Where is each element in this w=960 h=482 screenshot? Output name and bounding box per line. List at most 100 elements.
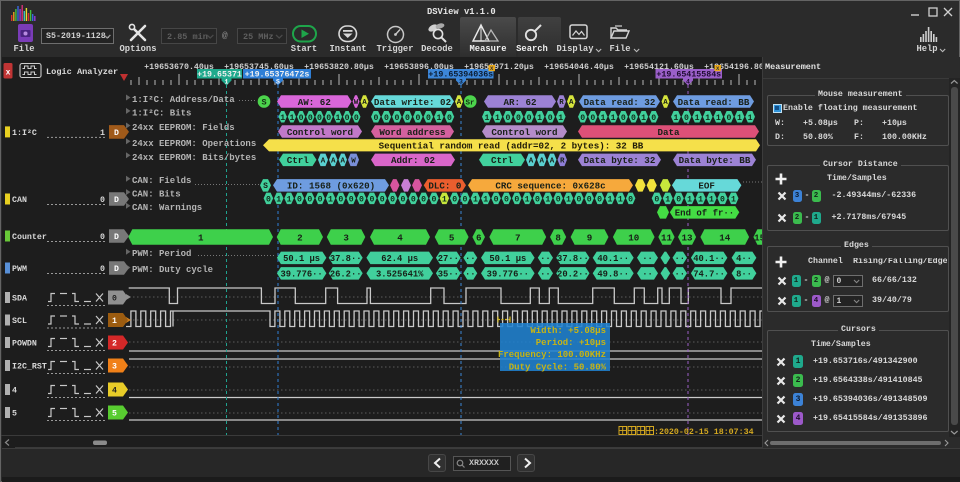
svg-text:··: ·· [540,254,551,264]
svg-text:4: 4 [686,78,690,85]
svg-text:1: 1 [687,195,692,204]
svg-text:1: 1 [495,114,500,123]
svg-text:6: 6 [476,232,482,243]
svg-text:0: 0 [432,195,437,204]
svg-text:0: 0 [631,114,636,123]
svg-text:0: 0 [597,195,602,204]
svg-text:0: 0 [684,114,689,123]
svg-text:0: 0 [516,114,521,123]
svg-text:0: 0 [447,114,452,123]
svg-text:W: W [354,99,359,107]
svg-text:1: 1 [698,195,703,204]
svg-text:3: 3 [459,78,463,85]
svg-text:1: 1 [328,195,333,204]
svg-text:A: A [341,158,346,166]
svg-text:0: 0 [415,114,420,123]
svg-text:D: D [114,233,119,242]
svg-text:40.1··: 40.1·· [693,254,725,264]
svg-text:50.1 μs: 50.1 μs [283,254,320,264]
svg-text:1: 1 [558,114,563,123]
svg-text:SCL: SCL [12,317,27,326]
svg-text:0: 0 [369,195,374,204]
svg-text:0: 0 [548,114,553,123]
svg-text:0: 0 [359,195,364,204]
svg-text:10: 10 [628,232,639,243]
svg-text:1: 1 [280,114,285,123]
svg-text:39.776··: 39.776·· [280,270,322,280]
svg-text:0: 0 [580,114,585,123]
svg-text:39.776··: 39.776·· [487,270,529,280]
svg-text:Data: Data [657,127,680,138]
svg-text:Data byte: BB: Data byte: BB [679,155,751,166]
svg-text:1: 1 [198,232,204,243]
svg-text:35··: 35·· [438,270,459,280]
svg-text:5: 5 [12,410,17,419]
svg-text:A: A [457,99,462,107]
svg-text:Counter: Counter [12,233,47,242]
svg-text:0: 0 [504,195,509,204]
svg-text:0: 0 [266,195,271,204]
svg-text:24xx EEPROM: Operations: 24xx EEPROM: Operations [132,139,256,149]
svg-text:Control word: Control word [491,127,557,138]
svg-text:Period: +10μs: Period: +10μs [536,338,606,348]
svg-text:1: 1 [641,114,646,123]
svg-text:0: 0 [411,195,416,204]
svg-text:0: 0 [345,114,350,123]
svg-text:··: ·· [675,270,686,280]
svg-text:1: 1 [673,114,678,123]
svg-text:D: D [114,129,119,138]
svg-text:1: 1 [695,114,700,123]
svg-text:0: 0 [373,114,378,123]
svg-text:R: R [560,158,565,166]
svg-text:0: 0 [720,195,725,204]
svg-text:3: 3 [343,232,349,243]
svg-text:··: ·· [465,254,476,264]
svg-text:14: 14 [719,232,731,243]
svg-text:End of fr··: End of fr·· [675,209,734,219]
svg-text:0: 0 [628,195,633,204]
svg-text:1: 1 [100,129,105,138]
svg-text:A: A [569,99,574,107]
svg-text:40.1··: 40.1·· [597,254,629,264]
svg-text:1: 1 [436,114,441,123]
svg-text:0: 0 [308,114,313,123]
svg-text:37.8··: 37.8·· [330,254,362,264]
svg-text:+19.65371: +19.65371 [197,71,242,80]
svg-text:0: 0 [100,265,105,274]
svg-text:Data read: BB: Data read: BB [678,97,750,108]
svg-text:13: 13 [681,232,693,243]
svg-text:Frequency: 100.00KHz: Frequency: 100.00KHz [498,350,606,360]
svg-text:W: W [351,158,356,166]
svg-text:1: 1 [566,195,571,204]
svg-text:2: 2 [297,232,303,243]
svg-text:Data read: 32: Data read: 32 [584,97,656,108]
svg-text:20.2··: 20.2·· [557,270,589,280]
svg-text:A: A [321,158,326,166]
svg-text:1: 1 [611,114,616,123]
svg-text:A: A [540,158,545,166]
svg-text:Duty Cycle: 50.80%: Duty Cycle: 50.80% [509,362,607,372]
svg-text:1: 1 [601,114,606,123]
svg-text:1: 1 [276,195,281,204]
svg-text:Control word: Control word [287,127,353,138]
svg-text:0: 0 [527,114,532,123]
svg-text:1: 1 [731,195,736,204]
svg-text:CAN: CAN [12,196,27,205]
svg-text:Data write: 02: Data write: 02 [374,97,451,108]
svg-text:1: 1 [225,78,229,85]
svg-text:1: 1 [545,195,550,204]
svg-text:ID: 1568 (0x620): ID: 1568 (0x620) [287,181,375,192]
svg-text:Sequential random read (addr=0: Sequential random read (addr=02, 2 bytes… [379,141,644,152]
svg-text:8··: 8·· [736,270,752,280]
svg-text:CAN: Warnings: CAN: Warnings [132,203,202,213]
svg-text:0: 0 [726,114,731,123]
svg-text:0: 0 [514,195,519,204]
svg-text:1: 1 [607,195,612,204]
svg-text:0: 0 [621,114,626,123]
svg-text:··: ·· [465,270,476,280]
svg-text:Addr: 02: Addr: 02 [391,155,435,166]
svg-text:EOF: EOF [698,181,715,192]
svg-text:0: 0 [318,195,323,204]
svg-text:1:I²C: 1:I²C [12,129,37,138]
svg-text:A: A [529,158,534,166]
